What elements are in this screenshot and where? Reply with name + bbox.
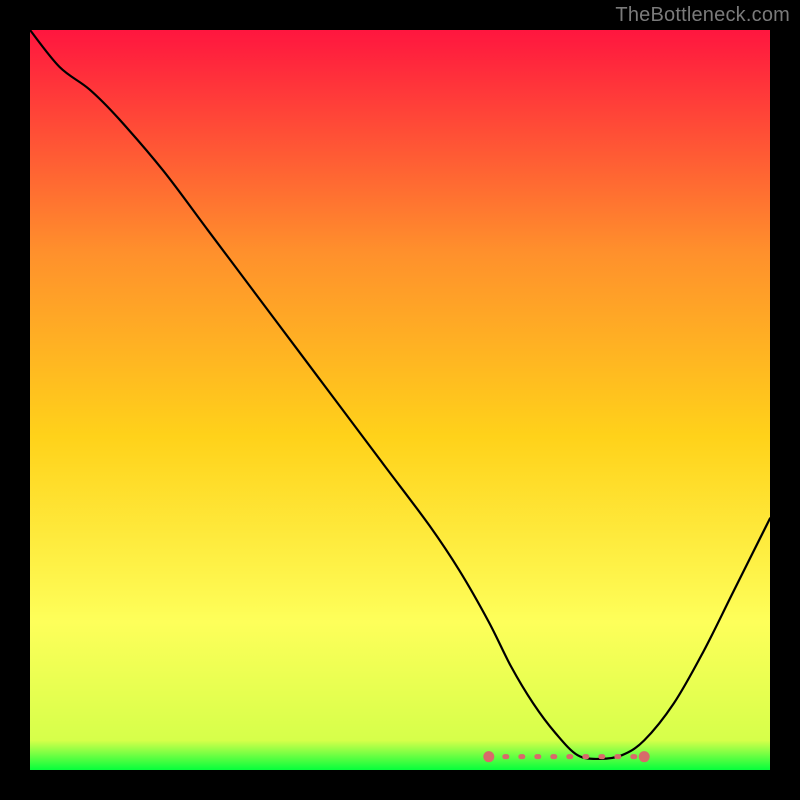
gradient-background [30,30,770,770]
chart-stage: TheBottleneck.com [0,0,800,800]
chart-svg [30,30,770,770]
watermark-text: TheBottleneck.com [615,4,790,27]
plot-area [30,30,770,770]
